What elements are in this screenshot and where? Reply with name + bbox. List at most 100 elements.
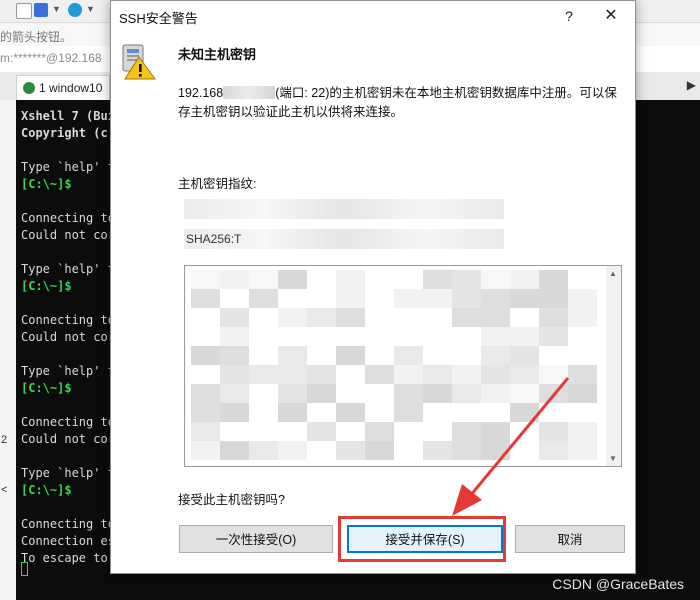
randomart-pixel xyxy=(481,384,510,403)
session-tab-window10[interactable]: 1 window10 xyxy=(16,75,110,100)
accept-once-button[interactable]: 一次性接受(O) xyxy=(179,525,333,553)
randomart-pixel xyxy=(452,365,481,384)
randomart-pixel xyxy=(452,308,481,327)
dialog-title: SSH安全警告 xyxy=(119,11,198,26)
randomart-pixel xyxy=(539,365,568,384)
randomart-pixel xyxy=(191,289,220,308)
randomart-pixel xyxy=(249,289,278,308)
randomart-pixel xyxy=(481,422,510,441)
randomart-pixel xyxy=(307,365,336,384)
randomart-pixel xyxy=(220,270,249,289)
randomart-pixel xyxy=(249,270,278,289)
globe-icon[interactable] xyxy=(68,3,82,17)
tab-scroll-right-icon[interactable]: ▶ xyxy=(687,78,696,92)
randomart-pixel xyxy=(510,365,539,384)
fingerprint-line xyxy=(184,199,504,219)
terminal-line: [C:\~]$ xyxy=(21,279,72,293)
scroll-down-icon[interactable]: ▼ xyxy=(609,454,617,463)
terminal-line: Connecting to xyxy=(21,415,115,429)
randomart-pixel xyxy=(278,365,307,384)
chevron-down-icon[interactable]: ▼ xyxy=(86,4,95,14)
randomart-pixel xyxy=(191,441,220,460)
randomart-pixel xyxy=(220,327,249,346)
randomart-pixel xyxy=(452,384,481,403)
randomart-pixel xyxy=(510,384,539,403)
redacted-ip xyxy=(223,86,276,99)
randomart-pixel xyxy=(220,384,249,403)
annotation-highlight-box xyxy=(338,516,506,562)
terminal-line: Type `help' t xyxy=(21,262,115,276)
layout-icon[interactable] xyxy=(34,3,48,17)
randomart-pixel xyxy=(452,289,481,308)
randomart-pixel xyxy=(191,270,220,289)
terminal-line: Type `help' t xyxy=(21,466,115,480)
randomart-pixel xyxy=(423,289,452,308)
randomart-pixel xyxy=(481,365,510,384)
randomart-pixel xyxy=(394,289,423,308)
randomart-pixel xyxy=(539,308,568,327)
randomart-pixel xyxy=(278,308,307,327)
randomart-pixel xyxy=(481,346,510,365)
randomart-pixel xyxy=(539,384,568,403)
scroll-up-icon[interactable]: ▲ xyxy=(609,269,617,278)
randomart-pixel xyxy=(336,270,365,289)
randomart-pixel xyxy=(336,289,365,308)
close-button[interactable]: ✕ xyxy=(591,1,631,31)
fingerprint-label: 主机密钥指纹: xyxy=(178,177,257,191)
randomart-pixel xyxy=(278,346,307,365)
randomart-pixel xyxy=(365,422,394,441)
randomart-pixel xyxy=(510,403,539,422)
randomart-pixel xyxy=(336,441,365,460)
chevron-down-icon[interactable]: ▼ xyxy=(52,4,61,14)
randomart-pixel xyxy=(278,384,307,403)
terminal-line: Could not cor xyxy=(21,432,115,446)
randomart-pixel xyxy=(481,289,510,308)
new-session-icon[interactable] xyxy=(16,3,32,19)
randomart-pixel xyxy=(539,441,568,460)
randomart-pixel xyxy=(220,365,249,384)
randomart-pixel xyxy=(191,403,220,422)
terminal-line: Type `help' t xyxy=(21,160,115,174)
dialog-heading: 未知主机密钥 xyxy=(178,47,257,62)
randomart-pixel xyxy=(191,422,220,441)
randomart-pixel xyxy=(365,441,394,460)
randomart-pixel xyxy=(307,422,336,441)
randomart-pixel xyxy=(568,384,597,403)
terminal-line: Connection es xyxy=(21,534,115,548)
randomart-pixel xyxy=(394,365,423,384)
terminal-line: To escape to xyxy=(21,551,108,565)
randomart-pixel xyxy=(510,346,539,365)
randomart-pixel xyxy=(423,441,452,460)
strip-label[interactable]: < xyxy=(1,484,7,496)
terminal-line: Could not cor xyxy=(21,330,115,344)
randomart-pixel xyxy=(539,327,568,346)
terminal-line: Connecting to xyxy=(21,313,115,327)
accept-question: 接受此主机密钥吗? xyxy=(178,493,285,507)
terminal-line: [C:\~]$ xyxy=(21,483,72,497)
host-ip-prefix: 192.168 xyxy=(178,86,224,100)
randomart-pixel xyxy=(539,270,568,289)
randomart-pixel xyxy=(365,365,394,384)
randomart-pixel xyxy=(452,422,481,441)
randomart-pixel xyxy=(249,365,278,384)
randomart-pixel xyxy=(423,365,452,384)
terminal-line: Connecting to xyxy=(21,517,115,531)
hint-text: 的箭头按钮。 xyxy=(0,30,73,44)
randomart-pixel xyxy=(336,403,365,422)
randomart-pixel xyxy=(220,403,249,422)
session-status-icon xyxy=(23,82,35,94)
randomart-pixel xyxy=(394,346,423,365)
terminal-line: Could not cor xyxy=(21,228,115,242)
cancel-button[interactable]: 取消 xyxy=(515,525,625,553)
randomart-pixel xyxy=(568,365,597,384)
randomart-pixel xyxy=(278,403,307,422)
randomart-pixel xyxy=(307,384,336,403)
randomart-box[interactable]: ▲ ▼ xyxy=(184,265,622,467)
randomart-pixel xyxy=(452,270,481,289)
help-button[interactable]: ? xyxy=(549,1,589,31)
dialog-title-bar[interactable]: SSH安全警告 ? ✕ xyxy=(111,1,635,31)
randomart-pixel xyxy=(249,441,278,460)
randomart-scrollbar[interactable]: ▲ ▼ xyxy=(606,266,621,466)
terminal-line: Connecting to xyxy=(21,211,115,225)
randomart-pixel xyxy=(336,308,365,327)
